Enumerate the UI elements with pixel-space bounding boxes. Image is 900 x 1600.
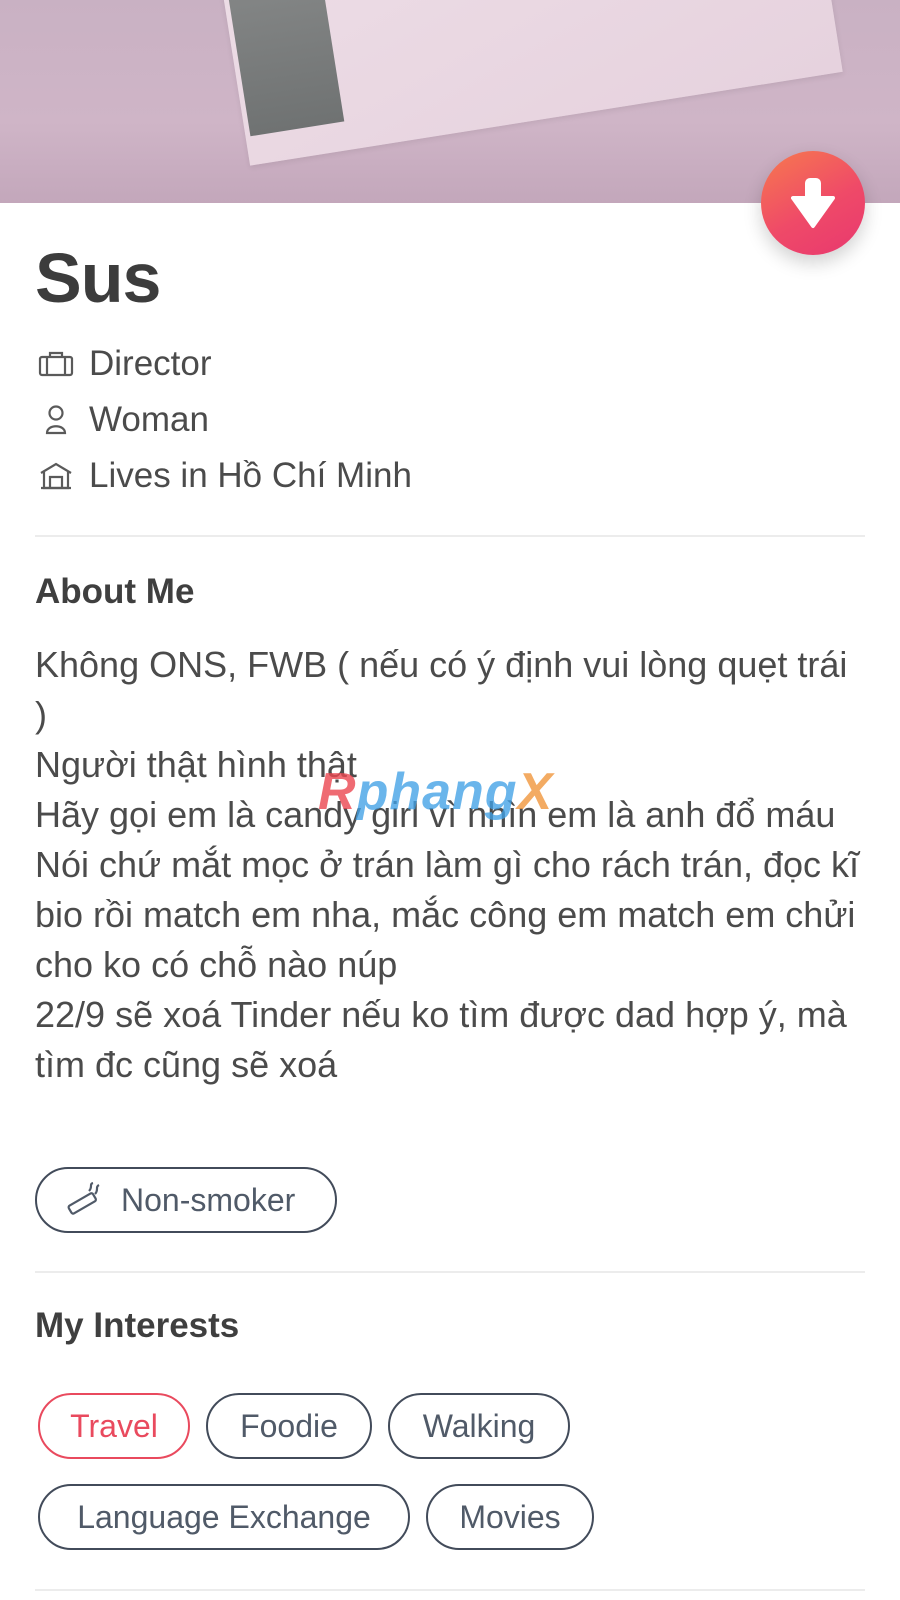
watermark-part: X (517, 763, 554, 821)
my-interests-title: My Interests (35, 1306, 240, 1345)
arrow-down-icon (791, 178, 835, 228)
location-row: Lives in Hồ Chí Minh (35, 451, 412, 501)
divider (35, 1589, 865, 1591)
about-me-title: About Me (35, 572, 195, 611)
job-text: Director (89, 344, 212, 383)
about-me-text: Không ONS, FWB ( nếu có ý định vui lòng … (35, 640, 865, 1090)
briefcase-icon (35, 343, 77, 385)
photo-card-shape (220, 0, 345, 137)
about-line: Không ONS, FWB ( nếu có ý định vui lòng … (35, 644, 848, 735)
interest-chip-walking[interactable]: Walking (388, 1393, 570, 1459)
watermark-part: phang (356, 763, 518, 821)
gender-row: Woman (35, 395, 209, 445)
interest-chip-foodie[interactable]: Foodie (206, 1393, 372, 1459)
watermark: RphangX (318, 762, 553, 822)
interest-chip-language-exchange[interactable]: Language Exchange (38, 1484, 410, 1550)
smoking-badge: Non-smoker (35, 1167, 337, 1233)
person-icon (35, 399, 77, 441)
profile-name: Sus (35, 239, 161, 317)
gender-text: Woman (89, 400, 209, 439)
profile-photo[interactable] (0, 0, 900, 203)
location-text: Lives in Hồ Chí Minh (89, 456, 412, 495)
cigarette-icon (63, 1178, 107, 1222)
interest-chip-movies[interactable]: Movies (426, 1484, 594, 1550)
smoking-text: Non-smoker (121, 1181, 296, 1218)
about-line: Nói chứ mắt mọc ở trán làm gì cho rách t… (35, 844, 860, 985)
home-icon (35, 455, 77, 497)
watermark-part: R (318, 763, 357, 821)
job-row: Director (35, 339, 212, 389)
divider (35, 1271, 865, 1273)
divider (35, 535, 865, 537)
collapse-profile-button[interactable] (761, 151, 865, 255)
interest-chip-travel[interactable]: Travel (38, 1393, 190, 1459)
about-line: 22/9 sẽ xoá Tinder nếu ko tìm được dad h… (35, 994, 847, 1085)
